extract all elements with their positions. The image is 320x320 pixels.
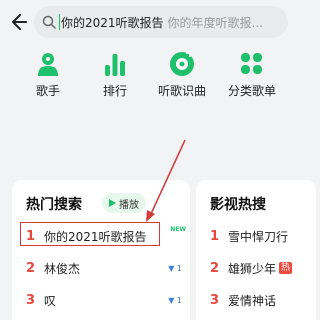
annotation-arrow [146, 139, 186, 222]
